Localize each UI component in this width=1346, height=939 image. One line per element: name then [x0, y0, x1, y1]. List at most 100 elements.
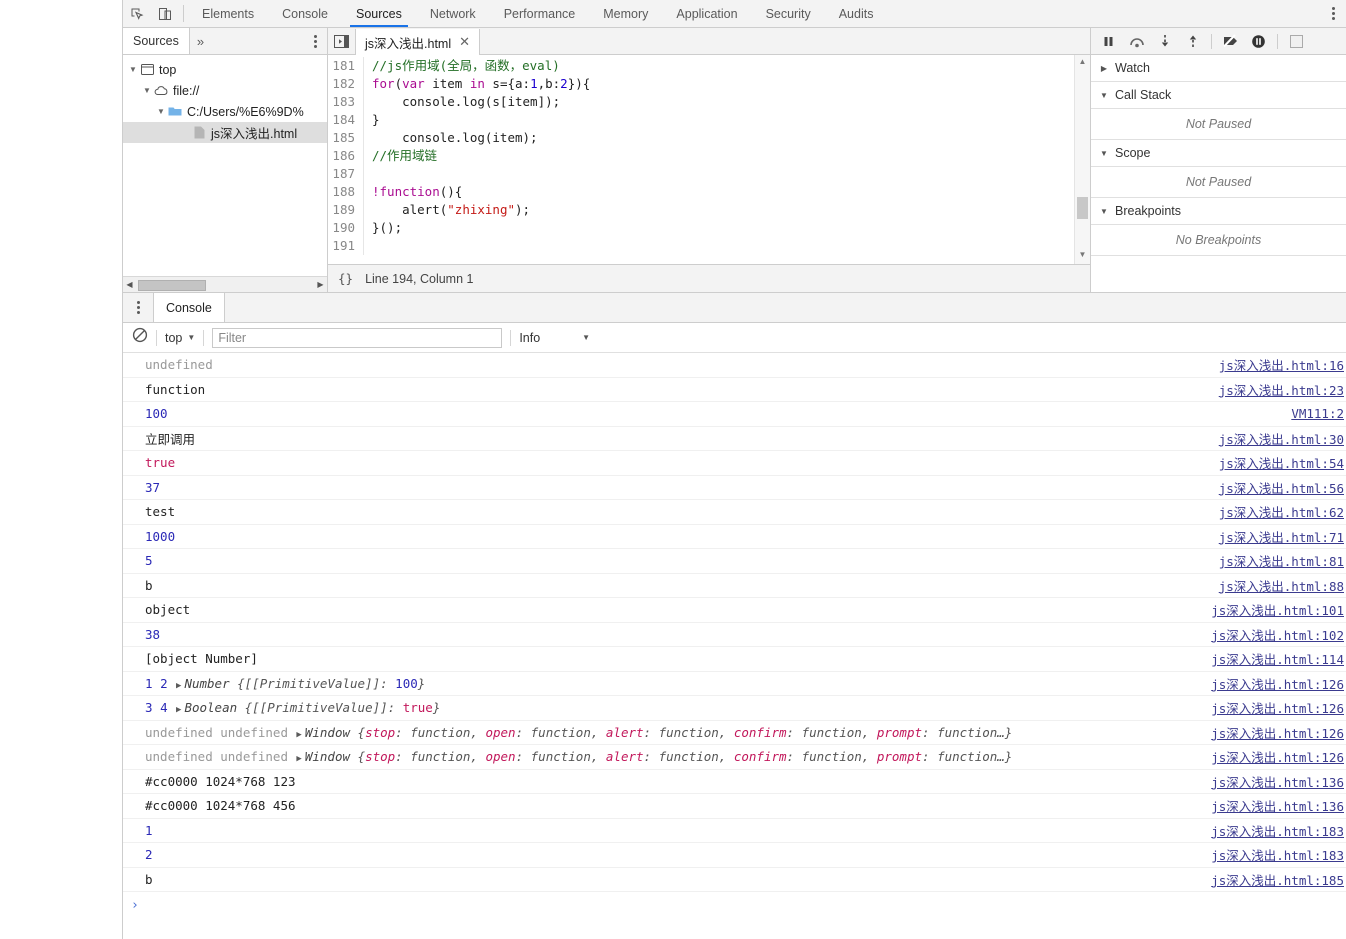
console-message-row[interactable]: #cc0000 1024*768 123 js深入浅出.html:136 — [123, 770, 1346, 794]
code-viewer[interactable]: 181 //js作用域(全局，函数，eval) 182 for(var item i… — [328, 55, 1074, 264]
console-message-row[interactable]: 5 js深入浅出.html:81 — [123, 549, 1346, 574]
console-message-row[interactable]: 3 4 ▶ Boolean {[[PrimitiveValue]]: true} j… — [123, 696, 1346, 721]
debugger-section-call-stack[interactable]: ▼ Call Stack — [1091, 82, 1346, 109]
console-source-link[interactable]: js深入浅出.html:126 — [1201, 723, 1344, 742]
console-source-link[interactable]: js深入浅出.html:136 — [1201, 772, 1344, 791]
console-message-row[interactable]: function js深入浅出.html:23 — [123, 378, 1346, 402]
console-source-link[interactable]: js深入浅出.html:126 — [1201, 698, 1344, 717]
navigator-options-icon[interactable] — [303, 28, 327, 54]
more-options-icon[interactable] — [1320, 7, 1346, 20]
navigator-tab-sources[interactable]: Sources — [123, 28, 190, 54]
console-source-link[interactable]: js深入浅出.html:88 — [1209, 576, 1344, 595]
console-source-link[interactable]: js深入浅出.html:81 — [1209, 551, 1344, 570]
navigator-horizontal-scrollbar[interactable]: ◀ ▶ — [123, 276, 327, 292]
step-out-icon[interactable] — [1180, 30, 1205, 52]
console-source-link[interactable]: js深入浅出.html:102 — [1201, 625, 1344, 644]
pretty-print-icon[interactable]: {} — [338, 271, 353, 286]
chevron-down-icon[interactable]: ▼ — [127, 65, 139, 74]
log-level-selector[interactable]: Info ▼ — [519, 331, 590, 345]
console-source-link[interactable]: VM111:2 — [1281, 406, 1344, 421]
console-source-link[interactable]: js深入浅出.html:183 — [1201, 821, 1344, 840]
chevron-right-icon[interactable]: ▶ — [1099, 64, 1109, 73]
console-message-row[interactable]: true js深入浅出.html:54 — [123, 451, 1346, 476]
scrollbar-thumb[interactable] — [138, 279, 206, 291]
console-message-row[interactable]: 2 js深入浅出.html:183 — [123, 843, 1346, 868]
drawer-tab-console[interactable]: Console — [153, 293, 225, 322]
tab-application[interactable]: Application — [662, 0, 751, 27]
tree-item-js-file[interactable]: ▼ js深入浅出.html — [123, 122, 327, 143]
console-source-link[interactable]: js深入浅出.html:136 — [1201, 796, 1344, 815]
console-message-row[interactable]: 37 js深入浅出.html:56 — [123, 476, 1346, 500]
step-over-icon[interactable] — [1124, 30, 1149, 52]
console-source-link[interactable]: js深入浅出.html:101 — [1201, 600, 1344, 619]
console-message-row[interactable]: test js深入浅出.html:62 — [123, 500, 1346, 525]
checkbox-icon[interactable] — [1284, 30, 1309, 52]
chevron-down-icon[interactable]: ▼ — [1099, 91, 1109, 100]
tab-audits[interactable]: Audits — [825, 0, 888, 27]
console-message-row[interactable]: 38 js深入浅出.html:102 — [123, 623, 1346, 647]
tab-network[interactable]: Network — [416, 0, 490, 27]
console-source-link[interactable]: js深入浅出.html:126 — [1201, 747, 1344, 766]
expand-arrow-icon[interactable]: ▶ — [288, 754, 305, 764]
tab-memory[interactable]: Memory — [589, 0, 662, 27]
chevron-down-icon[interactable]: ▼ — [155, 107, 167, 116]
expand-arrow-icon[interactable]: ▶ — [168, 705, 185, 715]
chevron-down-icon[interactable]: ▼ — [1099, 149, 1109, 158]
tab-elements[interactable]: Elements — [188, 0, 268, 27]
console-message-row[interactable]: 立即调用 js深入浅出.html:30 — [123, 427, 1346, 451]
debugger-section-breakpoints[interactable]: ▼ Breakpoints — [1091, 198, 1346, 225]
console-message-row[interactable]: [object Number] js深入浅出.html:114 — [123, 647, 1346, 672]
tab-security[interactable]: Security — [752, 0, 825, 27]
console-prompt[interactable]: › — [123, 892, 1346, 918]
execution-context-selector[interactable]: top ▼ — [165, 331, 195, 345]
console-message-row[interactable]: b js深入浅出.html:185 — [123, 868, 1346, 892]
console-source-link[interactable]: js深入浅出.html:56 — [1209, 478, 1344, 497]
console-message-row[interactable]: 1000 js深入浅出.html:71 — [123, 525, 1346, 549]
tab-sources[interactable]: Sources — [342, 0, 416, 27]
console-message-row[interactable]: 100 VM111:2 — [123, 402, 1346, 427]
tab-performance[interactable]: Performance — [490, 0, 590, 27]
step-into-icon[interactable] — [1152, 30, 1177, 52]
console-message-row[interactable]: #cc0000 1024*768 456 js深入浅出.html:136 — [123, 794, 1346, 819]
drawer-options-icon[interactable] — [123, 293, 153, 322]
editor-tab[interactable]: js深入浅出.html ✕ — [355, 29, 481, 55]
console-source-link[interactable]: js深入浅出.html:183 — [1201, 845, 1344, 864]
tree-item-top[interactable]: ▼ top — [123, 59, 327, 80]
console-message-list[interactable]: undefined js深入浅出.html:16 function js深入浅出.ht… — [123, 353, 1346, 939]
expand-arrow-icon[interactable]: ▶ — [288, 730, 305, 740]
console-source-link[interactable]: js深入浅出.html:185 — [1201, 870, 1344, 889]
debugger-section-watch[interactable]: ▶ Watch — [1091, 55, 1346, 82]
chevron-down-icon[interactable]: ▼ — [1099, 207, 1109, 216]
inspect-element-icon[interactable] — [123, 0, 151, 27]
tree-item-file-protocol[interactable]: ▼ file:// — [123, 80, 327, 101]
scroll-up-icon[interactable]: ▲ — [1079, 55, 1087, 69]
console-source-link[interactable]: js深入浅出.html:16 — [1209, 355, 1344, 374]
console-source-link[interactable]: js深入浅出.html:126 — [1201, 674, 1344, 693]
chevron-down-icon[interactable]: ▼ — [141, 86, 153, 95]
console-message-row[interactable]: object js深入浅出.html:101 — [123, 598, 1346, 623]
console-source-link[interactable]: js深入浅出.html:114 — [1201, 649, 1344, 668]
console-source-link[interactable]: js深入浅出.html:30 — [1209, 429, 1344, 448]
device-toolbar-icon[interactable] — [151, 0, 179, 27]
debugger-section-scope[interactable]: ▼ Scope — [1091, 140, 1346, 167]
tree-item-folder[interactable]: ▼ C:/Users/%E6%9D% — [123, 101, 327, 122]
scroll-right-icon[interactable]: ▶ — [314, 280, 327, 289]
editor-vertical-scrollbar[interactable]: ▲ ▼ — [1074, 55, 1090, 264]
scrollbar-track[interactable] — [136, 279, 314, 291]
deactivate-breakpoints-icon[interactable] — [1218, 30, 1243, 52]
show-navigator-icon[interactable] — [328, 28, 355, 54]
console-source-link[interactable]: js深入浅出.html:71 — [1209, 527, 1344, 546]
console-message-row[interactable]: 1 2 ▶ Number {[[PrimitiveValue]]: 100} js深… — [123, 672, 1346, 696]
scrollbar-thumb[interactable] — [1077, 197, 1088, 219]
close-icon[interactable]: ✕ — [459, 34, 470, 50]
scroll-left-icon[interactable]: ◀ — [123, 280, 136, 289]
console-message-row[interactable]: undefined js深入浅出.html:16 — [123, 353, 1346, 378]
tab-console[interactable]: Console — [268, 0, 342, 27]
console-source-link[interactable]: js深入浅出.html:23 — [1209, 380, 1344, 399]
console-source-link[interactable]: js深入浅出.html:62 — [1209, 502, 1344, 521]
pause-on-exceptions-icon[interactable] — [1246, 30, 1271, 52]
filter-input[interactable]: Filter — [212, 327, 503, 348]
navigator-more-tabs-icon[interactable]: » — [190, 28, 211, 54]
console-message-row[interactable]: undefined undefined ▶ Window {stop: funct… — [123, 721, 1346, 745]
console-message-row[interactable]: 1 js深入浅出.html:183 — [123, 819, 1346, 843]
